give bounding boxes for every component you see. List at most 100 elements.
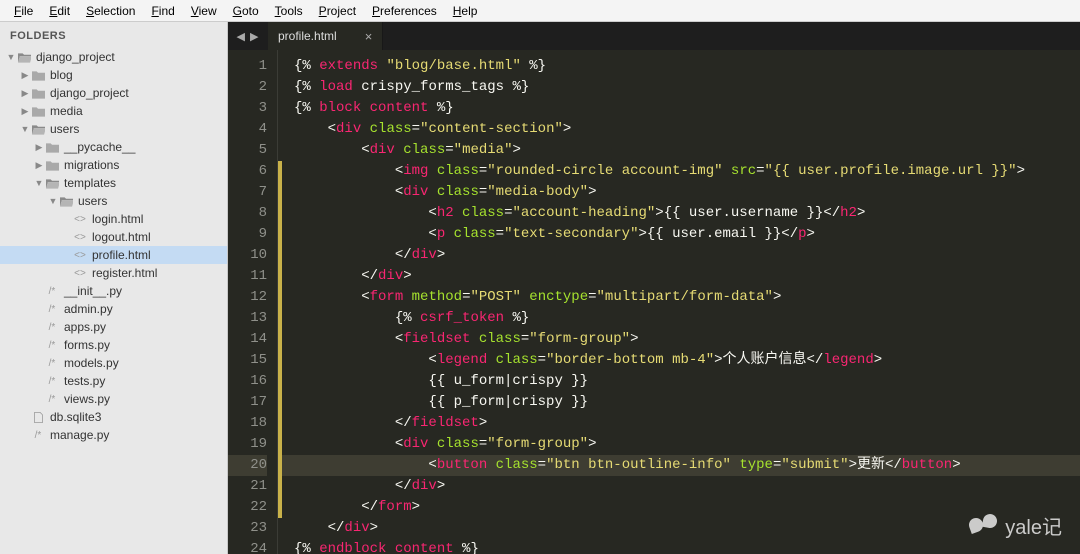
folder--pycache-[interactable]: ▶ __pycache__ xyxy=(0,138,227,156)
folder-migrations[interactable]: ▶migrations xyxy=(0,156,227,174)
python-file-icon: /* xyxy=(44,302,60,316)
tree-item-label: users xyxy=(78,194,107,208)
disclosure-triangle-icon[interactable]: ▼ xyxy=(48,196,58,206)
file-logout-html[interactable]: <>logout.html xyxy=(0,228,227,246)
python-file-icon: /* xyxy=(44,356,60,370)
menu-selection[interactable]: Selection xyxy=(78,2,143,20)
disclosure-triangle-icon[interactable]: ▶ xyxy=(20,70,30,81)
code-line-17[interactable]: {{ p_form|crispy }} xyxy=(294,392,1080,413)
disclosure-triangle-icon[interactable]: ▶ xyxy=(20,106,30,117)
tree-item-label: login.html xyxy=(92,212,143,226)
html-file-icon: <> xyxy=(72,248,88,262)
tree-item-label: apps.py xyxy=(64,320,106,334)
menu-preferences[interactable]: Preferences xyxy=(364,2,445,20)
file-profile-html[interactable]: <>profile.html xyxy=(0,246,227,264)
workspace: FOLDERS ▼django_project▶blog▶django_proj… xyxy=(0,22,1080,554)
file--init-py[interactable]: /*__init__.py xyxy=(0,282,227,300)
tree-item-label: __pycache__ xyxy=(64,140,135,154)
tree-item-label: admin.py xyxy=(64,302,113,316)
code-line-20[interactable]: <button class="btn btn-outline-info" typ… xyxy=(282,455,1080,476)
tree-item-label: tests.py xyxy=(64,374,105,388)
code-line-4[interactable]: <div class="content-section"> xyxy=(294,119,1080,140)
disclosure-triangle-icon[interactable]: ▼ xyxy=(34,178,44,188)
code-line-22[interactable]: </form> xyxy=(294,497,1080,518)
sidebar: FOLDERS ▼django_project▶blog▶django_proj… xyxy=(0,22,228,554)
folder-templates[interactable]: ▼templates xyxy=(0,174,227,192)
menu-goto[interactable]: Goto xyxy=(225,2,267,20)
file-manage-py[interactable]: /* manage.py xyxy=(0,426,227,444)
code-line-14[interactable]: <fieldset class="form-group"> xyxy=(294,329,1080,350)
disclosure-triangle-icon[interactable]: ▼ xyxy=(6,52,16,62)
code-line-23[interactable]: </div> xyxy=(294,518,1080,539)
code-line-11[interactable]: </div> xyxy=(294,266,1080,287)
code-line-16[interactable]: {{ u_form|crispy }} xyxy=(294,371,1080,392)
python-file-icon: /* xyxy=(44,320,60,334)
folder-icon xyxy=(44,158,60,172)
code-line-12[interactable]: <form method="POST" enctype="multipart/f… xyxy=(294,287,1080,308)
folder-django-project[interactable]: ▶django_project xyxy=(0,84,227,102)
menu-tools[interactable]: Tools xyxy=(267,2,311,20)
disclosure-triangle-icon[interactable]: ▶ xyxy=(20,88,30,99)
folder-media[interactable]: ▶ media xyxy=(0,102,227,120)
menu-file[interactable]: File xyxy=(6,2,41,20)
tab-title: profile.html xyxy=(278,29,337,43)
folder-blog[interactable]: ▶blog xyxy=(0,66,227,84)
menu-view[interactable]: View xyxy=(183,2,225,20)
file-apps-py[interactable]: /* apps.py xyxy=(0,318,227,336)
python-file-icon: /* xyxy=(44,284,60,298)
tree-item-label: media xyxy=(50,104,83,118)
folders-heading: FOLDERS xyxy=(0,28,227,48)
tree-item-label: manage.py xyxy=(50,428,109,442)
code-line-13[interactable]: {% csrf_token %} xyxy=(294,308,1080,329)
file-login-html[interactable]: <> login.html xyxy=(0,210,227,228)
folder-open-icon xyxy=(16,50,32,64)
code-line-2[interactable]: {% load crispy_forms_tags %} xyxy=(294,77,1080,98)
folder-open-icon xyxy=(58,194,74,208)
menu-edit[interactable]: Edit xyxy=(41,2,78,20)
menu-help[interactable]: Help xyxy=(445,2,486,20)
close-icon[interactable]: × xyxy=(365,29,373,44)
code-line-8[interactable]: <h2 class="account-heading">{{ user.user… xyxy=(294,203,1080,224)
folder-django-project[interactable]: ▼django_project xyxy=(0,48,227,66)
code-line-5[interactable]: <div class="media"> xyxy=(294,140,1080,161)
python-file-icon: /* xyxy=(44,338,60,352)
code-line-24[interactable]: {% endblock content %} xyxy=(294,539,1080,554)
code-line-3[interactable]: {% block content %} xyxy=(294,98,1080,119)
folder-users[interactable]: ▼ users xyxy=(0,192,227,210)
menu-project[interactable]: Project xyxy=(311,2,364,20)
file-register-html[interactable]: <>register.html xyxy=(0,264,227,282)
tab-profile-html[interactable]: profile.html × xyxy=(268,22,383,50)
folder-open-icon xyxy=(30,122,46,136)
line-number-gutter: 123456789101112131415161718192021222324 xyxy=(228,50,278,554)
code-line-18[interactable]: </fieldset> xyxy=(294,413,1080,434)
file-db-sqlite3[interactable]: db.sqlite3 xyxy=(0,408,227,426)
disclosure-triangle-icon[interactable]: ▶ xyxy=(34,160,44,171)
file-admin-py[interactable]: /* admin.py xyxy=(0,300,227,318)
tree-item-label: logout.html xyxy=(92,230,151,244)
menu-find[interactable]: Find xyxy=(143,2,182,20)
disclosure-triangle-icon[interactable]: ▼ xyxy=(20,124,30,134)
code-line-9[interactable]: <p class="text-secondary">{{ user.email … xyxy=(294,224,1080,245)
code-area[interactable]: 123456789101112131415161718192021222324 … xyxy=(228,50,1080,554)
html-file-icon: <> xyxy=(72,212,88,226)
code-line-10[interactable]: </div> xyxy=(294,245,1080,266)
disclosure-triangle-icon[interactable]: ▶ xyxy=(34,142,44,153)
python-file-icon: /* xyxy=(30,428,46,442)
code-line-7[interactable]: <div class="media-body"> xyxy=(294,182,1080,203)
code-line-6[interactable]: <img class="rounded-circle account-img" … xyxy=(294,161,1080,182)
folder-users[interactable]: ▼users xyxy=(0,120,227,138)
file-models-py[interactable]: /*models.py xyxy=(0,354,227,372)
code-content[interactable]: {% extends "blog/base.html" %}{% load cr… xyxy=(282,50,1080,554)
file-tests-py[interactable]: /* tests.py xyxy=(0,372,227,390)
watermark: yale记 xyxy=(969,511,1062,540)
code-line-19[interactable]: <div class="form-group"> xyxy=(294,434,1080,455)
folder-tree: ▼django_project▶blog▶django_project▶medi… xyxy=(0,48,227,444)
python-file-icon: /* xyxy=(44,374,60,388)
code-line-1[interactable]: {% extends "blog/base.html" %} xyxy=(294,56,1080,77)
menubar: FileEditSelectionFindViewGotoToolsProjec… xyxy=(0,0,1080,22)
tab-nav-arrows[interactable]: ◀ ▶ xyxy=(228,22,268,50)
code-line-21[interactable]: </div> xyxy=(294,476,1080,497)
file-forms-py[interactable]: /*forms.py xyxy=(0,336,227,354)
file-views-py[interactable]: /*views.py xyxy=(0,390,227,408)
code-line-15[interactable]: <legend class="border-bottom mb-4">个人账户信… xyxy=(294,350,1080,371)
